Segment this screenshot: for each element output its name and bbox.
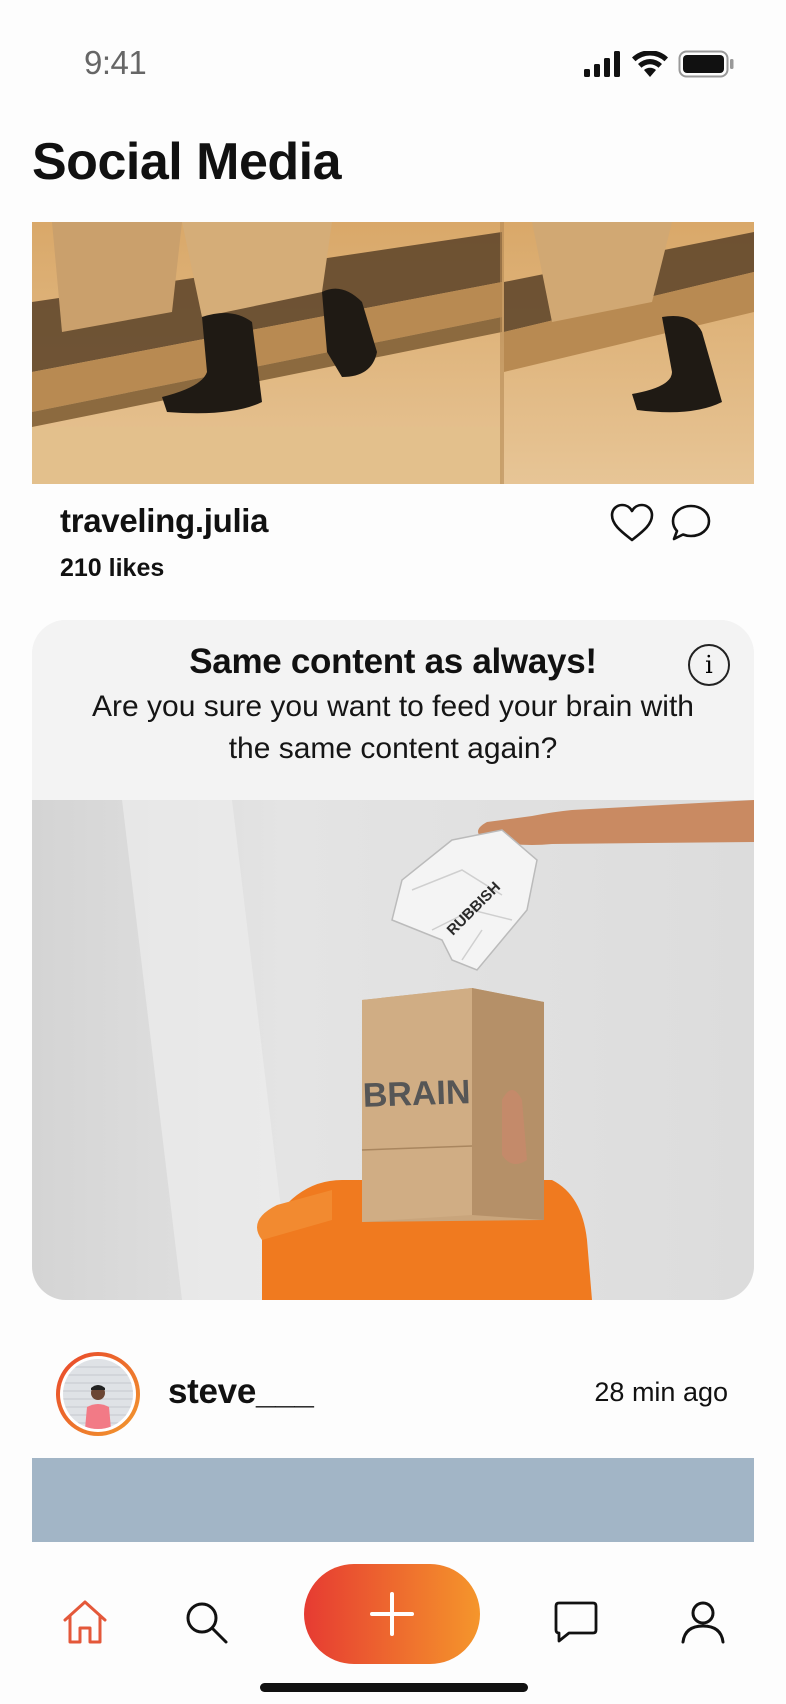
brain-label: BRAIN [362,1073,471,1115]
post2-timestamp: 28 min ago [594,1377,728,1407]
avatar-ring [60,1356,136,1432]
status-bar: 9:41 [0,0,786,130]
add-post-button[interactable] [304,1564,480,1664]
status-time: 9:41 [84,44,147,81]
post2-username[interactable]: steve___ [168,1372,314,1412]
content-warning-card: Same content as always! Are you sure you… [32,620,754,1300]
post2-image[interactable] [32,1458,754,1542]
warning-message: Are you sure you want to feed your brain… [92,690,694,765]
profile-icon[interactable] [675,1594,731,1650]
home-indicator [260,1683,528,1692]
battery-icon [678,50,734,78]
signal-icon [584,51,620,77]
search-icon[interactable] [178,1594,234,1650]
wifi-icon [632,51,668,77]
post1-likes: 210 likes [60,554,165,582]
warning-image: RUBBISH BRAIN [32,800,754,1300]
info-icon[interactable]: i [688,644,730,686]
status-icons [584,50,734,78]
home-icon[interactable] [57,1594,113,1650]
post1-actions [610,503,712,543]
warning-header: Same content as always! Are you sure you… [32,620,754,800]
add-icon [370,1592,414,1636]
page-title: Social Media [32,133,342,191]
messages-icon[interactable] [548,1594,604,1650]
warning-title: Same content as always! [189,642,597,681]
heart-icon[interactable] [610,503,654,543]
avatar-photo [63,1359,133,1429]
comment-icon[interactable] [670,503,712,543]
avatar[interactable] [56,1352,140,1436]
bottom-nav [0,1542,786,1704]
post1-username[interactable]: traveling.julia [60,502,269,540]
post1-image[interactable] [32,222,754,484]
